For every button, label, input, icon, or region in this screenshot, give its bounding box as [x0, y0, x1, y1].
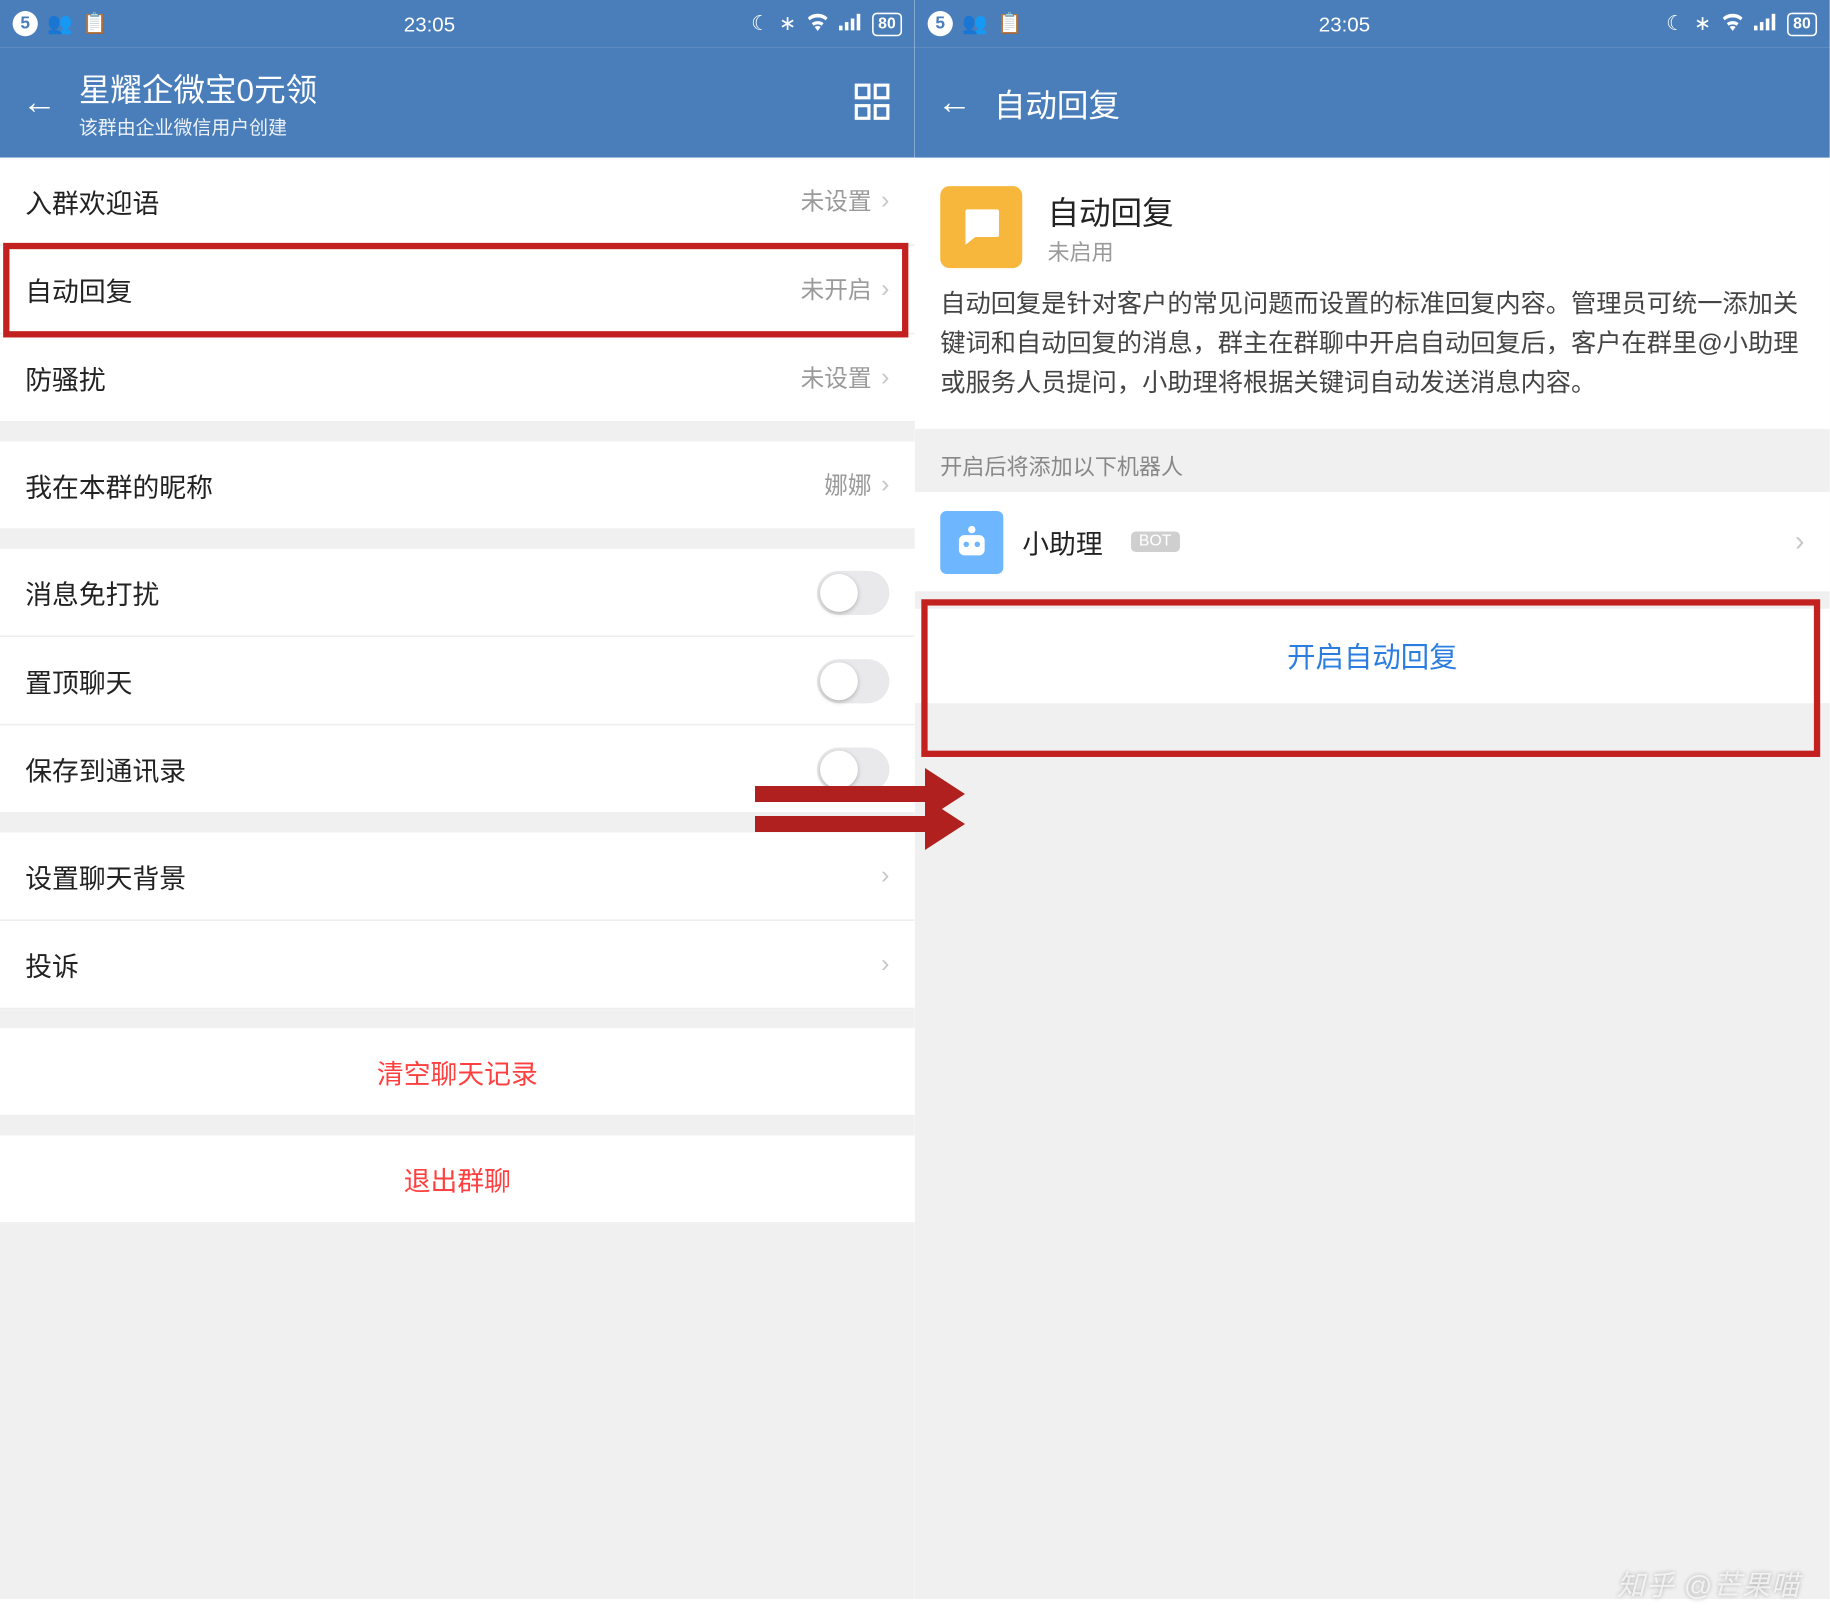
feature-card: 自动回复 未启用 自动回复是针对客户的常见问题而设置的标准回复内容。管理员可统一… — [915, 158, 1830, 430]
row-auto-reply[interactable]: 自动回复 未开启 › — [0, 246, 915, 334]
row-value: 未开启 — [801, 273, 872, 306]
moon-icon: ☾ — [1666, 11, 1684, 36]
row-value: 未设置 — [801, 361, 872, 394]
toggle-switch[interactable] — [817, 658, 890, 702]
signal-icon — [839, 12, 863, 36]
row-value: 娜娜 — [824, 468, 871, 501]
bluetooth-icon: ∗ — [779, 11, 796, 36]
settings-list: 入群欢迎语 未设置 › 自动回复 未开启 › 防骚扰 未设置 › 我在本群的昵称 — [0, 158, 915, 1224]
status-bar: 5 👥 📋 23:05 ☾ ∗ 80 — [0, 0, 915, 47]
row-label: 入群欢迎语 — [25, 181, 800, 220]
row-label: 防骚扰 — [25, 358, 800, 397]
row-anti-spam[interactable]: 防骚扰 未设置 › — [0, 334, 915, 422]
section-divider — [0, 423, 915, 442]
empty-area — [915, 704, 1830, 1335]
row-label: 投诉 — [25, 945, 881, 984]
feature-description: 自动回复是针对客户的常见问题而设置的标准回复内容。管理员可统一添加关键词和自动回… — [940, 287, 1804, 404]
toggle-switch[interactable] — [817, 747, 890, 791]
qr-icon[interactable] — [855, 84, 893, 122]
feature-title: 自动回复 — [1047, 187, 1173, 233]
row-group-nickname[interactable]: 我在本群的昵称 娜娜 › — [0, 442, 915, 530]
row-welcome-message[interactable]: 入群欢迎语 未设置 › — [0, 158, 915, 246]
section-header: 开启后将添加以下机器人 — [915, 430, 1830, 493]
bot-avatar-icon — [940, 511, 1003, 574]
row-label: 保存到通讯录 — [25, 749, 817, 788]
row-leave-group[interactable]: 退出群聊 — [0, 1135, 915, 1223]
notification-count-badge: 5 — [13, 11, 38, 36]
row-label: 退出群聊 — [404, 1159, 511, 1198]
chevron-right-icon: › — [881, 862, 889, 890]
nav-title: 星耀企微宝0元领 — [79, 65, 833, 111]
nav-title: 自动回复 — [994, 80, 1808, 126]
wifi-icon — [806, 12, 830, 36]
row-mute-notifications[interactable]: 消息免打扰 — [0, 549, 915, 637]
row-label: 设置聊天背景 — [25, 856, 881, 895]
nav-bar: ← 星耀企微宝0元领 该群由企业微信用户创建 — [0, 47, 915, 157]
row-clear-history[interactable]: 清空聊天记录 — [0, 1028, 915, 1116]
notification-count-badge: 5 — [928, 11, 953, 36]
nav-subtitle: 该群由企业微信用户创建 — [79, 114, 833, 141]
contacts-icon: 👥 — [47, 11, 73, 36]
row-label: 我在本群的昵称 — [25, 465, 824, 504]
section-divider — [0, 530, 915, 549]
back-button[interactable]: ← — [22, 82, 57, 123]
row-value: 未设置 — [801, 185, 872, 218]
bot-row[interactable]: 小助理 BOT › — [915, 493, 1830, 594]
enable-label: 开启自动回复 — [1287, 636, 1457, 677]
chevron-right-icon: › — [881, 187, 889, 215]
clipboard-icon: 📋 — [997, 11, 1023, 36]
nav-bar: ← 自动回复 — [915, 47, 1830, 157]
chevron-right-icon: › — [881, 471, 889, 499]
right-screenshot: 5 👥 📋 23:05 ☾ ∗ 80 ← — [915, 0, 1830, 1599]
row-label: 自动回复 — [25, 270, 800, 309]
row-pin-chat[interactable]: 置顶聊天 — [0, 637, 915, 725]
section-divider — [0, 1009, 915, 1028]
toggle-switch[interactable] — [817, 570, 890, 614]
status-time: 23:05 — [1319, 12, 1370, 36]
enable-auto-reply-button[interactable]: 开启自动回复 — [915, 609, 1830, 704]
clipboard-icon: 📋 — [82, 11, 108, 36]
chevron-right-icon: › — [881, 950, 889, 978]
battery-indicator: 80 — [1787, 12, 1817, 36]
status-time: 23:05 — [404, 12, 455, 36]
row-label: 消息免打扰 — [25, 572, 817, 611]
chat-bubble-icon — [940, 186, 1022, 268]
chevron-right-icon: › — [1795, 526, 1804, 559]
watermark: 知乎 @芒果喵 — [1617, 1564, 1800, 1604]
bot-name: 小助理 — [1022, 523, 1102, 562]
battery-indicator: 80 — [872, 12, 902, 36]
chevron-right-icon: › — [881, 363, 889, 391]
bot-tag: BOT — [1131, 532, 1179, 553]
row-report[interactable]: 投诉 › — [0, 921, 915, 1009]
signal-icon — [1754, 12, 1778, 36]
row-chat-background[interactable]: 设置聊天背景 › — [0, 833, 915, 921]
row-label: 置顶聊天 — [25, 661, 817, 700]
bluetooth-icon: ∗ — [1694, 11, 1711, 36]
contacts-icon: 👥 — [962, 11, 988, 36]
row-label: 清空聊天记录 — [377, 1052, 538, 1091]
status-bar: 5 👥 📋 23:05 ☾ ∗ 80 — [915, 0, 1830, 47]
section-divider — [0, 1117, 915, 1136]
chevron-right-icon: › — [881, 275, 889, 303]
wifi-icon — [1721, 12, 1745, 36]
moon-icon: ☾ — [751, 11, 769, 36]
back-button[interactable]: ← — [937, 82, 972, 123]
feature-status: 未启用 — [1047, 236, 1173, 268]
